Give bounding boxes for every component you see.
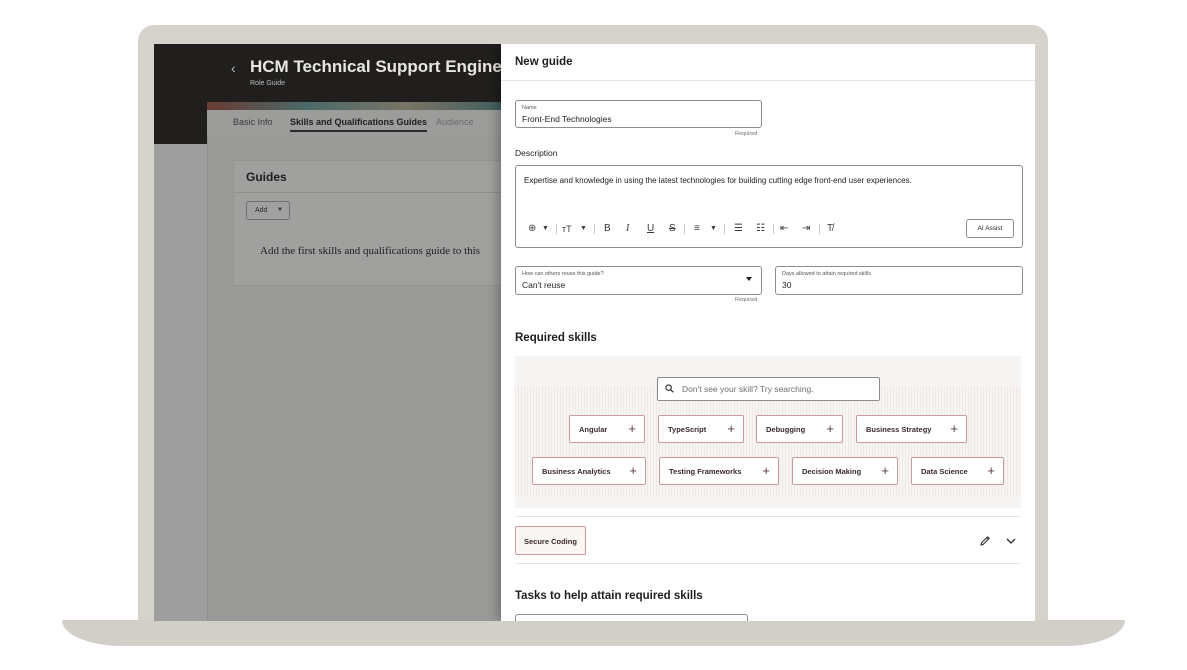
insert-icon[interactable]: ⊕ bbox=[528, 221, 536, 237]
toolbar-separator bbox=[819, 224, 820, 234]
days-field-value: 30 bbox=[782, 280, 792, 290]
days-field-label: Days allowed to attain required skills bbox=[782, 271, 871, 277]
page-subtitle: Role Guide bbox=[250, 80, 286, 87]
toolbar-separator bbox=[773, 224, 774, 234]
skill-chip-label: Business Analytics bbox=[542, 467, 611, 476]
reuse-select-label: How can others reuse this guide? bbox=[522, 271, 604, 277]
skill-search-input[interactable] bbox=[682, 378, 872, 400]
chevron-down-icon[interactable]: ▼ bbox=[542, 221, 549, 237]
tab-audience[interactable]: Audience bbox=[436, 117, 474, 127]
toolbar-separator bbox=[594, 224, 595, 234]
skill-chip-label: Testing Frameworks bbox=[669, 467, 742, 476]
skill-chip-typescript[interactable]: TypeScript + bbox=[658, 415, 744, 443]
numbered-list-icon[interactable]: ☷ bbox=[756, 221, 765, 237]
days-field[interactable]: Days allowed to attain required skills 3… bbox=[775, 266, 1023, 295]
reuse-select[interactable]: How can others reuse this guide? Can't r… bbox=[515, 266, 762, 295]
clear-format-icon[interactable]: T̸ bbox=[827, 221, 833, 237]
italic-icon[interactable]: I bbox=[626, 221, 629, 237]
strikethrough-icon[interactable]: S bbox=[669, 221, 676, 237]
plus-icon[interactable]: + bbox=[881, 464, 889, 478]
caret-down-icon bbox=[746, 277, 752, 281]
outdent-icon[interactable]: ⇤ bbox=[780, 221, 788, 237]
editor-toolbar: ⊕ ▼ ᴛT ▼ B I U S ≡ ▼ ☰ ☷ ⇤ ⇥ T̸ bbox=[524, 221, 1014, 237]
skills-suggestions-area: Angular + TypeScript + Debugging + Busin… bbox=[515, 356, 1021, 508]
bullet-list-icon[interactable]: ☰ bbox=[734, 221, 743, 237]
skill-chip-debugging[interactable]: Debugging + bbox=[756, 415, 843, 443]
header-banner bbox=[207, 102, 507, 110]
plus-icon[interactable]: + bbox=[727, 422, 735, 436]
drawer-title: New guide bbox=[515, 56, 573, 68]
description-text[interactable]: Expertise and knowledge in using the lat… bbox=[524, 176, 912, 185]
guides-card-title: Guides bbox=[246, 170, 287, 184]
plus-icon[interactable]: + bbox=[987, 464, 995, 478]
empty-state-text: Add the first skills and qualifications … bbox=[260, 245, 480, 257]
skill-chip-label: Business Strategy bbox=[866, 425, 932, 434]
divider bbox=[234, 192, 532, 193]
edit-icon[interactable] bbox=[977, 533, 993, 549]
tasks-field[interactable] bbox=[515, 614, 748, 621]
plus-icon[interactable]: + bbox=[950, 422, 958, 436]
divider bbox=[501, 80, 1035, 81]
description-editor[interactable]: Expertise and knowledge in using the lat… bbox=[515, 165, 1023, 248]
skill-chip-business-strategy[interactable]: Business Strategy + bbox=[856, 415, 967, 443]
chevron-down-icon[interactable]: ▼ bbox=[580, 221, 587, 237]
reuse-required-hint: Required bbox=[735, 297, 758, 303]
laptop-base bbox=[62, 620, 1125, 646]
reuse-select-value: Can't reuse bbox=[522, 280, 566, 290]
skill-chip-label: Decision Making bbox=[802, 467, 862, 476]
skill-chip-business-analytics[interactable]: Business Analytics + bbox=[532, 457, 646, 485]
name-field[interactable]: Name Front-End Technologies bbox=[515, 100, 762, 128]
add-button-label: Add bbox=[255, 207, 268, 214]
selected-skill-chip[interactable]: Secure Coding bbox=[515, 526, 586, 555]
chevron-down-icon: ▼ bbox=[277, 207, 283, 213]
skill-chip-data-science[interactable]: Data Science + bbox=[911, 457, 1004, 485]
plus-icon[interactable]: + bbox=[628, 422, 636, 436]
name-field-label: Name bbox=[522, 105, 537, 111]
bold-icon[interactable]: B bbox=[604, 221, 611, 237]
toolbar-separator bbox=[556, 224, 557, 234]
search-icon bbox=[665, 384, 674, 393]
tasks-heading: Tasks to help attain required skills bbox=[515, 590, 703, 602]
page-title: HCM Technical Support Engineer bbox=[250, 57, 518, 76]
new-guide-drawer: New guide Name Front-End Technologies Re… bbox=[501, 44, 1035, 621]
indent-icon[interactable]: ⇥ bbox=[802, 221, 810, 237]
description-label: Description bbox=[515, 148, 558, 158]
skill-chip-label: TypeScript bbox=[668, 425, 707, 434]
text-size-icon[interactable]: ᴛT bbox=[562, 221, 572, 237]
tab-skills-guides[interactable]: Skills and Qualifications Guides bbox=[290, 117, 428, 132]
name-required-hint: Required bbox=[735, 131, 758, 137]
skill-chip-label: Data Science bbox=[921, 467, 968, 476]
screen: ‹ HCM Technical Support Engineer Role Gu… bbox=[154, 44, 1035, 621]
ai-assist-button[interactable]: AI Assist bbox=[966, 219, 1014, 238]
toolbar-separator bbox=[684, 224, 685, 234]
skill-chip-label: Angular bbox=[579, 425, 608, 434]
chevron-down-icon[interactable] bbox=[1003, 533, 1019, 549]
back-icon[interactable]: ‹ bbox=[231, 60, 236, 76]
skill-search[interactable] bbox=[657, 377, 880, 401]
skill-chip-testing-frameworks[interactable]: Testing Frameworks + bbox=[659, 457, 779, 485]
underline-icon[interactable]: U bbox=[647, 221, 654, 237]
add-button[interactable]: Add ▼ bbox=[246, 201, 290, 220]
plus-icon[interactable]: + bbox=[762, 464, 770, 478]
skill-chip-label: Debugging bbox=[766, 425, 806, 434]
chevron-down-icon[interactable]: ▼ bbox=[710, 221, 717, 237]
toolbar-separator bbox=[724, 224, 725, 234]
required-skills-heading: Required skills bbox=[515, 332, 597, 344]
tab-basic-info[interactable]: Basic Info bbox=[233, 117, 273, 127]
align-icon[interactable]: ≡ bbox=[694, 221, 700, 237]
plus-icon[interactable]: + bbox=[629, 464, 637, 478]
selected-skill-row: Secure Coding bbox=[515, 516, 1021, 564]
skill-chip-angular[interactable]: Angular + bbox=[569, 415, 645, 443]
name-field-value: Front-End Technologies bbox=[522, 114, 612, 124]
skill-chip-decision-making[interactable]: Decision Making + bbox=[792, 457, 898, 485]
plus-icon[interactable]: + bbox=[826, 422, 834, 436]
